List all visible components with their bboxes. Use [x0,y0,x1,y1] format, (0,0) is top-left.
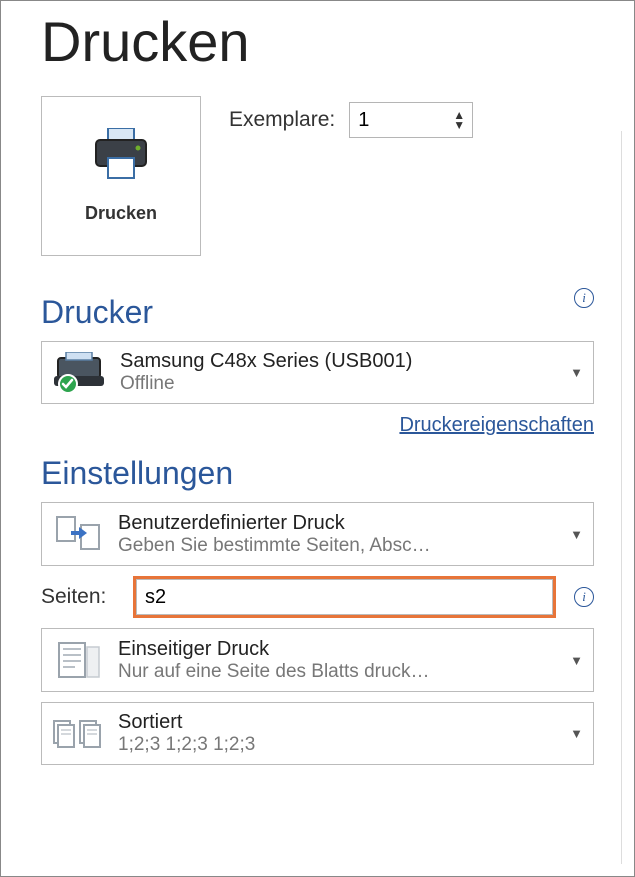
collate-main: Sortiert [118,711,556,734]
pages-input[interactable] [136,579,553,615]
page-title: Drucken [41,9,594,74]
chevron-down-icon: ▼ [570,365,583,380]
print-scope-sub: Geben Sie bestimmte Seiten, Absc… [118,535,556,557]
printer-selector[interactable]: Samsung C48x Series (USB001) Offline ▼ [41,341,594,404]
collate-sub: 1;2;3 1;2;3 1;2;3 [118,734,556,756]
printer-status: Offline [120,373,556,395]
printer-section-title: Drucker [41,294,153,331]
copies-label: Exemplare: [229,108,335,132]
sides-main: Einseitiger Druck [118,638,556,661]
chevron-down-icon: ▼ [570,726,583,741]
print-scope-main: Benutzerdefinierter Druck [118,512,556,535]
printer-properties-link[interactable]: Druckereigenschaften [399,414,594,436]
print-scope-selector[interactable]: Benutzerdefinierter Druck Geben Sie best… [41,502,594,566]
copies-down-icon[interactable]: ▼ [453,120,465,130]
info-icon[interactable]: i [574,288,594,308]
print-button[interactable]: Drucken [41,96,201,256]
printer-name: Samsung C48x Series (USB001) [120,350,556,373]
copies-spinner[interactable]: ▲ ▼ [349,102,473,138]
chevron-down-icon: ▼ [570,653,583,668]
info-icon[interactable]: i [574,587,594,607]
print-button-label: Drucken [85,203,157,224]
collate-selector[interactable]: Sortiert 1;2;3 1;2;3 1;2;3 ▼ [41,702,594,765]
printer-ready-icon [52,352,106,394]
pages-arrow-icon [52,511,104,557]
sides-selector[interactable]: Einseitiger Druck Nur auf eine Seite des… [41,628,594,692]
pages-label: Seiten: [41,585,119,609]
printer-icon [90,128,152,187]
sides-sub: Nur auf eine Seite des Blatts druck… [118,661,556,683]
chevron-down-icon: ▼ [570,527,583,542]
collate-icon [52,713,104,755]
settings-section-title: Einstellungen [41,455,594,492]
single-side-icon [52,637,104,683]
copies-input[interactable] [350,103,450,137]
